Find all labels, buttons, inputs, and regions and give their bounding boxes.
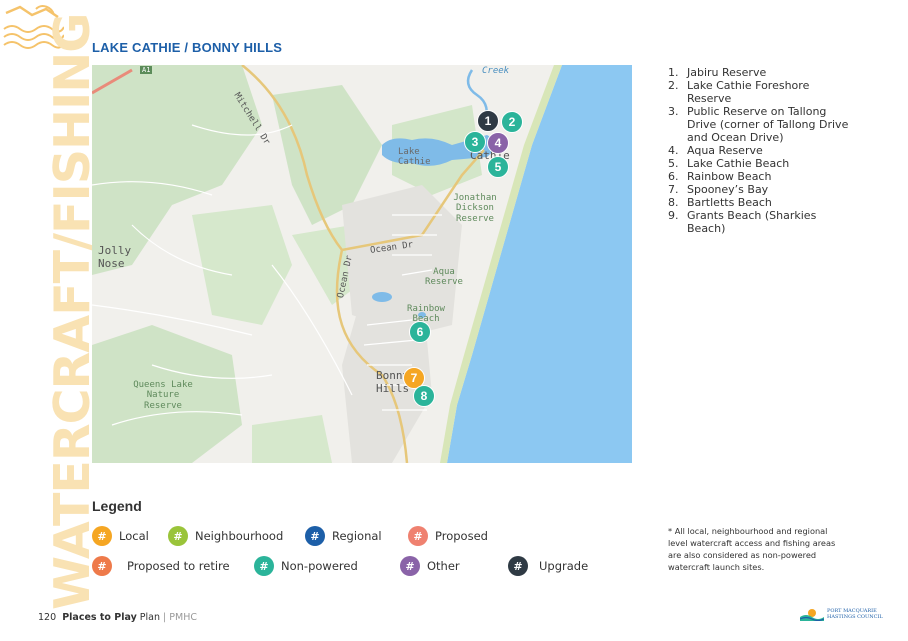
legend-swatch: # [92,556,112,576]
jonathan-dickson-label: Jonathan Dickson Reserve [453,193,497,224]
site-list-item: 1. Jabiru Reserve [668,66,853,79]
legend-item-neighbourhood: # Neighbourhood [168,526,283,546]
council-logo: PORT MACQUARIE HASTINGS COUNCIL [800,607,883,621]
footer-plan: Plan [139,612,161,623]
legend-label: Regional [332,529,382,543]
legend-label: Local [119,529,149,543]
footer-separator: | [163,612,167,623]
legend-label: Other [427,559,460,573]
legend-swatch: # [92,526,112,546]
legend-swatch: # [168,526,188,546]
jolly-nose-label: Jolly Nose [98,244,132,270]
legend-label: Proposed [435,529,488,543]
site-number: 6. [668,170,679,183]
map-pin-2[interactable]: 2 [501,111,523,133]
site-name: Bartletts Beach [687,196,772,209]
map[interactable]: A1 Creek Mitchell Dr Lake Cathie Cathie … [92,65,632,463]
site-name: Aqua Reserve [687,144,763,157]
site-number: 1. [668,66,679,79]
site-number: 8. [668,196,679,209]
site-list-item: 3. Public Reserve on Tallong Drive (corne… [668,105,853,144]
site-number: 7. [668,183,679,196]
site-list-item: 4. Aqua Reserve [668,144,853,157]
page-number: 120 [38,612,57,623]
site-list-item: 7. Spooney’s Bay [668,183,853,196]
council-logo-text: PORT MACQUARIE HASTINGS COUNCIL [827,608,883,620]
footer-org: PMHC [169,612,197,623]
site-name: Public Reserve on Tallong Drive (corner … [687,105,849,144]
side-banner: WATERCRAFT/FISHING [0,0,101,641]
site-number: 2. [668,79,679,92]
footer-bold: Places to Play [62,612,137,623]
legend-item-other: # Other [400,556,460,576]
site-number: 9. [668,209,679,222]
site-name: Lake Cathie Beach [687,157,790,170]
page-footer: 120 Places to Play Plan | PMHC [38,612,197,623]
map-pin-8[interactable]: 8 [413,385,435,407]
map-pin-1[interactable]: 1 [477,110,499,132]
lake-cathie-label: Lake Cathie [398,147,431,168]
footnote: * All local, neighbourhood and regional … [668,526,836,572]
queens-lake-label: Queens Lake Nature Reserve [133,380,193,411]
site-list-item: 9. Grants Beach (Sharkies Beach) [668,209,853,235]
aqua-reserve-label: Aqua Reserve [425,267,463,288]
map-pin-4[interactable]: 4 [487,132,509,154]
site-list-item: 5. Lake Cathie Beach [668,157,853,170]
legend-item-local: # Local [92,526,149,546]
legend-item-proposed: # Proposed [408,526,488,546]
site-number: 3. [668,105,679,118]
site-name: Rainbow Beach [687,170,772,183]
legend-item-non-powered: # Non-powered [254,556,358,576]
site-name: Lake Cathie Foreshore Reserve [687,79,810,105]
page-title: LAKE CATHIE / BONNY HILLS [92,40,283,55]
map-pin-5[interactable]: 5 [487,156,509,178]
site-name: Jabiru Reserve [687,66,767,79]
legend-swatch: # [305,526,325,546]
map-pin-3[interactable]: 3 [464,131,486,153]
map-pin-6[interactable]: 6 [409,321,431,343]
site-list-item: 2. Lake Cathie Foreshore Reserve [668,79,853,105]
legend-label: Proposed to retire [127,559,230,573]
legend-swatch: # [254,556,274,576]
site-name: Grants Beach (Sharkies Beach) [687,209,817,235]
site-number: 4. [668,144,679,157]
rainbow-beach-label: Rainbow Beach [407,304,445,325]
legend-swatch: # [400,556,420,576]
council-logo-icon [800,609,824,621]
legend-swatch: # [508,556,528,576]
legend-label: Non-powered [281,559,358,573]
legend-title: Legend [92,498,142,514]
creek-label: Creek [482,66,510,76]
site-name: Spooney’s Bay [687,183,769,196]
legend-swatch: # [408,526,428,546]
road-label-a1: A1 [140,66,153,75]
site-number: 5. [668,157,679,170]
legend-label: Upgrade [539,559,589,573]
legend-item-proposed-to-retire: # Proposed to retire [92,556,230,576]
legend-item-upgrade: # Upgrade [508,556,588,576]
legend-label: Neighbourhood [195,529,284,543]
site-list-item: 8. Bartletts Beach [668,196,853,209]
site-list-item: 6. Rainbow Beach [668,170,853,183]
legend-item-regional: # Regional [305,526,382,546]
site-list: 1. Jabiru Reserve 2. Lake Cathie Foreshore … [668,66,853,235]
